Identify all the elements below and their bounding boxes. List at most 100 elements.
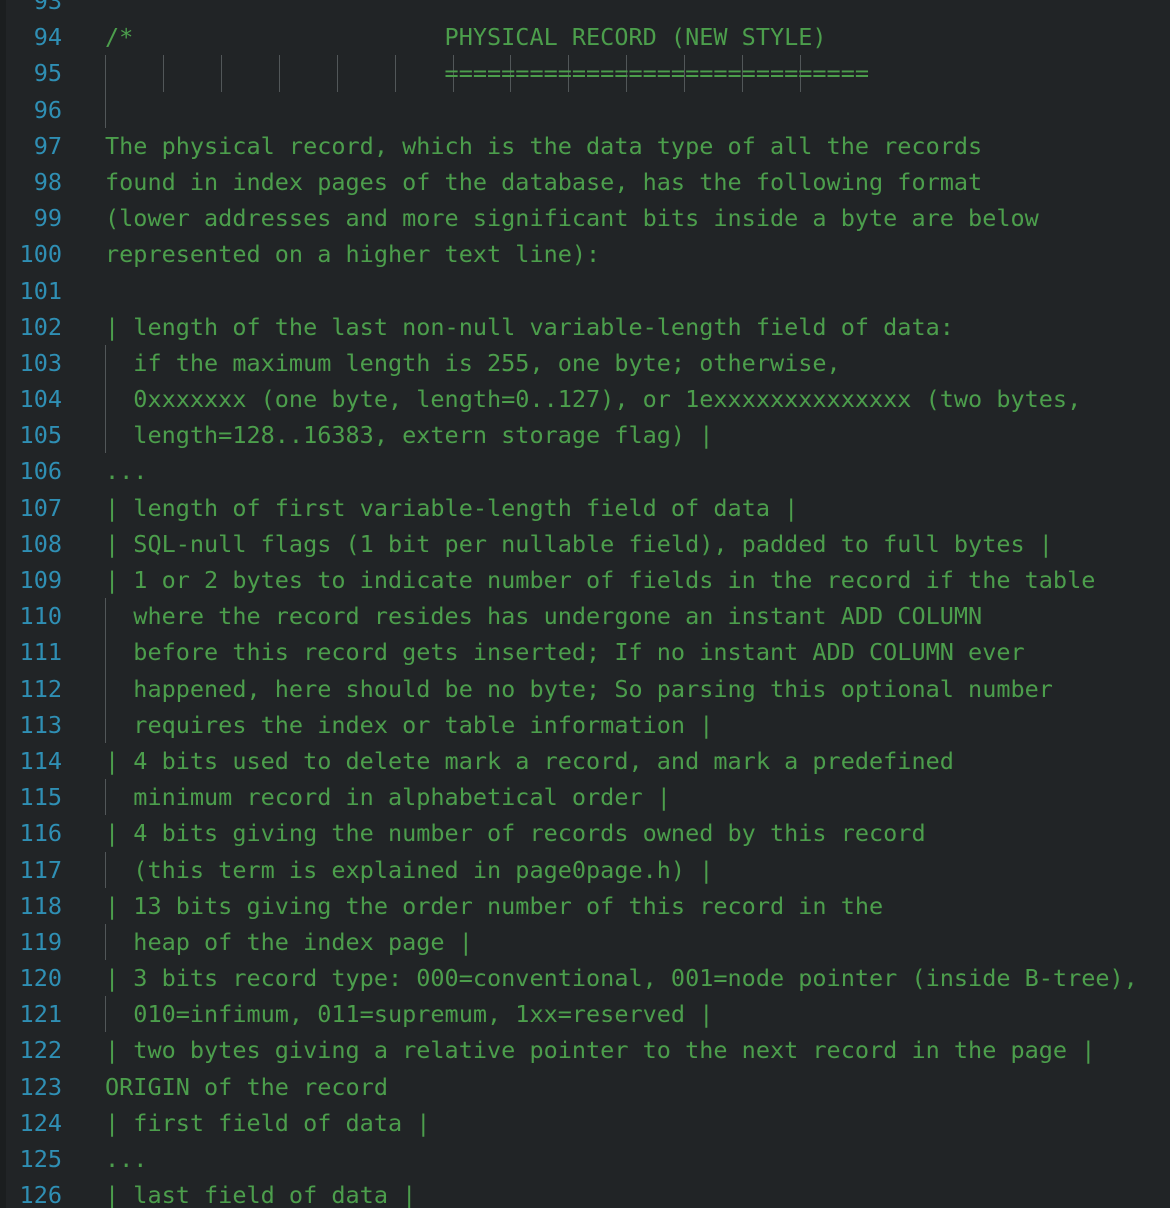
- line-number: 98: [33, 167, 62, 196]
- line-number: 125: [19, 1145, 62, 1173]
- line-number: 109: [19, 566, 62, 594]
- line-number: 93: [33, 0, 62, 15]
- code-line-text: | 1 or 2 bytes to indicate number of fie…: [105, 566, 1096, 594]
- code-line-text: if the maximum length is 255, one byte; …: [105, 348, 841, 377]
- line-number: 116: [19, 819, 62, 848]
- code-line-text: where the record resides has undergone a…: [105, 602, 983, 631]
- code-line-text: | length of first variable-length field …: [105, 493, 799, 522]
- code-line-text: 0xxxxxxx (one byte, length=0..127), or 1…: [105, 385, 1082, 414]
- code-line[interactable]: 120 | 3 bits record type: 000=conventiona…: [0, 960, 1170, 996]
- code-surface[interactable]: 93 94 /* PHYSICAL RECORD (NEW STYLE) 95 ===…: [0, 0, 1170, 1208]
- code-line[interactable]: 98 found in index pages of the database, …: [0, 164, 1170, 200]
- line-number: 100: [19, 240, 62, 269]
- line-number: 101: [19, 276, 62, 305]
- code-line-text: | 3 bits record type: 000=conventional, …: [105, 964, 1138, 993]
- code-line-text: found in index pages of the database, ha…: [105, 167, 983, 196]
- code-editor[interactable]: 93 94 /* PHYSICAL RECORD (NEW STYLE) 95 ===…: [0, 0, 1170, 1208]
- code-line[interactable]: 112 happened, here should be no byte; So…: [0, 670, 1170, 707]
- code-line[interactable]: 95 ==============================: [0, 55, 1170, 92]
- code-line[interactable]: 100 represented on a higher text line):: [0, 236, 1170, 272]
- code-line-text: | first field of data |: [105, 1108, 431, 1137]
- line-number: 99: [33, 204, 62, 233]
- line-number: 103: [19, 348, 62, 377]
- code-line-text: The physical record, which is the data t…: [105, 131, 983, 160]
- line-number: 106: [19, 457, 62, 486]
- line-number: 96: [33, 95, 62, 124]
- code-line[interactable]: 111 before this record gets inserted; If…: [0, 634, 1170, 671]
- line-number: 118: [19, 891, 62, 920]
- line-number: 97: [33, 131, 62, 160]
- code-line-text: before this record gets inserted; If no …: [105, 638, 1025, 667]
- code-line[interactable]: 126 | last field of data |: [0, 1177, 1170, 1208]
- line-number: 95: [33, 59, 62, 88]
- code-line-text: requires the index or table information …: [105, 710, 714, 739]
- code-line[interactable]: 119 heap of the index page |: [0, 923, 1170, 961]
- code-line-text: | 13 bits giving the order number of thi…: [105, 891, 884, 920]
- code-line[interactable]: 94 /* PHYSICAL RECORD (NEW STYLE): [0, 19, 1170, 55]
- code-line[interactable]: 125...: [0, 1141, 1170, 1177]
- code-line-text: | two bytes giving a relative pointer to…: [105, 1036, 1096, 1065]
- code-line[interactable]: 117 (this term is explained in page0page…: [0, 851, 1170, 888]
- code-line[interactable]: 93: [0, 0, 1170, 19]
- code-line-text: ...: [105, 457, 148, 486]
- code-line-text: (lower addresses and more significant bi…: [105, 204, 1039, 233]
- line-number: 107: [19, 493, 62, 522]
- code-line[interactable]: 114 | 4 bits used to delete mark a record…: [0, 743, 1170, 779]
- line-number: 113: [19, 710, 62, 739]
- code-line[interactable]: 97 The physical record, which is the data…: [0, 128, 1170, 164]
- code-line[interactable]: 102 | length of the last non-null variabl…: [0, 309, 1170, 345]
- code-line[interactable]: 113 requires the index or table informat…: [0, 706, 1170, 743]
- line-number: 110: [19, 602, 62, 631]
- code-line[interactable]: 99 (lower addresses and more significant …: [0, 200, 1170, 236]
- line-number: 105: [19, 421, 62, 450]
- code-line-text: (this term is explained in page0page.h) …: [105, 855, 714, 884]
- code-line[interactable]: 124 | first field of data |: [0, 1105, 1170, 1141]
- code-line[interactable]: 107 | length of first variable-length fie…: [0, 490, 1170, 526]
- line-number: 120: [19, 964, 62, 993]
- code-line[interactable]: 105 length=128..16383, extern storage fl…: [0, 417, 1170, 454]
- code-line[interactable]: 118 | 13 bits giving the order number of …: [0, 888, 1170, 924]
- code-line[interactable]: 109 | 1 or 2 bytes to indicate number of …: [0, 562, 1170, 598]
- line-number: 123: [19, 1072, 62, 1101]
- line-number: 122: [19, 1036, 62, 1065]
- code-line[interactable]: 115 minimum record in alphabetical order…: [0, 779, 1170, 816]
- code-line-text: heap of the index page |: [105, 927, 473, 956]
- code-line[interactable]: 96: [0, 91, 1170, 128]
- code-line[interactable]: 101: [0, 273, 1170, 309]
- code-line-text: 010=infimum, 011=supremum, 1xx=reserved …: [105, 1000, 714, 1029]
- code-line-text: minimum record in alphabetical order |: [105, 783, 671, 812]
- code-line-text: ...: [105, 1145, 148, 1173]
- code-line-text: | 4 bits used to delete mark a record, a…: [105, 746, 954, 775]
- line-number: 119: [19, 927, 62, 956]
- line-number: 108: [19, 529, 62, 558]
- line-number: 126: [19, 1181, 62, 1208]
- line-number: 102: [19, 312, 62, 341]
- code-line[interactable]: 103 if the maximum length is 255, one by…: [0, 344, 1170, 382]
- code-line[interactable]: 104 0xxxxxxx (one byte, length=0..127), …: [0, 381, 1170, 418]
- line-number: 112: [19, 674, 62, 703]
- line-number: 111: [19, 638, 62, 667]
- code-line[interactable]: 116 | 4 bits giving the number of records…: [0, 815, 1170, 851]
- code-line-text: | SQL-null flags (1 bit per nullable fie…: [105, 529, 1053, 558]
- code-line-text: ==============================: [105, 59, 870, 88]
- code-line-text: | last field of data |: [105, 1181, 417, 1208]
- code-line[interactable]: 106...: [0, 453, 1170, 489]
- code-line[interactable]: 121 010=infimum, 011=supremum, 1xx=reser…: [0, 996, 1170, 1033]
- code-line[interactable]: 122 | two bytes giving a relative pointer…: [0, 1032, 1170, 1068]
- editor-left-border: [0, 0, 6, 1208]
- code-line[interactable]: 123 ORIGIN of the record: [0, 1069, 1170, 1105]
- code-line-text: length=128..16383, extern storage flag) …: [105, 421, 714, 450]
- line-number: 117: [19, 855, 62, 884]
- code-line[interactable]: 110 where the record resides has undergo…: [0, 598, 1170, 635]
- line-number: 115: [19, 783, 62, 812]
- code-line-text: /* PHYSICAL RECORD (NEW STYLE): [105, 23, 827, 52]
- indent-guide: [105, 91, 106, 128]
- code-line-text: happened, here should be no byte; So par…: [105, 674, 1053, 703]
- code-line-text: | 4 bits giving the number of records ow…: [105, 819, 926, 848]
- code-line-text: | length of the last non-null variable-l…: [105, 312, 954, 341]
- line-number: 121: [19, 1000, 62, 1029]
- line-number: 94: [33, 23, 62, 52]
- line-number: 104: [19, 385, 62, 414]
- line-number: 124: [19, 1108, 62, 1137]
- code-line[interactable]: 108 | SQL-null flags (1 bit per nullable …: [0, 526, 1170, 562]
